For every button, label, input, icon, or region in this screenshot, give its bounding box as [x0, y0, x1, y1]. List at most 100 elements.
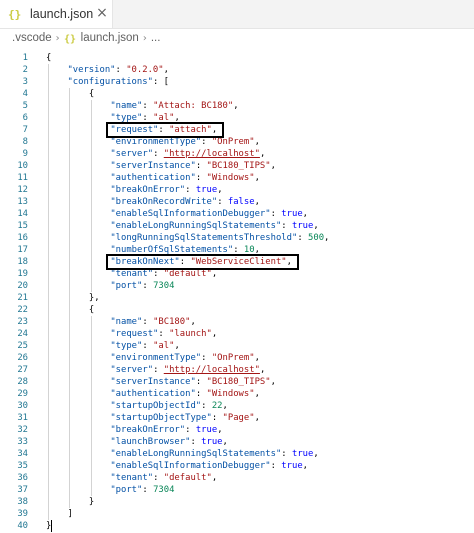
indent-guide: [69, 376, 71, 388]
indent-guide: [48, 400, 49, 412]
indent-guide: [69, 136, 71, 148]
code-token: :: [195, 389, 207, 399]
indent-guide: [48, 496, 49, 508]
breadcrumb-more[interactable]: ...: [151, 32, 161, 44]
code-token: "tenant": [110, 473, 154, 483]
code-token: "authentication": [110, 389, 196, 399]
code-token: ,: [217, 425, 223, 435]
indent-guide: [69, 448, 71, 460]
indent-guide: [90, 340, 92, 352]
indent-guide: [48, 184, 49, 196]
indent-guide: [69, 304, 71, 316]
code-token: :: [201, 137, 212, 147]
code-token: "breakOnError": [110, 425, 186, 435]
code-token: "Attach: BC180": [153, 101, 234, 111]
json-braces-icon: {}: [6, 5, 24, 23]
indent-guide: [90, 124, 92, 136]
line-number: 40: [17, 521, 28, 531]
code-token: "environmentType": [110, 353, 202, 363]
indent-guide: [69, 148, 71, 160]
code-token: ]: [67, 509, 73, 519]
indent-guide: [48, 124, 49, 136]
code-token: ,: [254, 137, 260, 147]
code-token: "enableLongRunningSqlStatements": [110, 449, 282, 459]
code-token: "configurations": [67, 77, 153, 87]
code-token: ,: [211, 473, 218, 483]
code-token: "enableSqlInformationDebugger": [110, 209, 271, 219]
indent-guide: [48, 148, 49, 160]
indent-guide: [48, 208, 49, 220]
breadcrumb-file[interactable]: launch.json: [81, 32, 139, 44]
code-token: true: [195, 425, 218, 435]
code-token: ,: [324, 233, 330, 243]
indent-guide: [48, 412, 49, 424]
indent-guide: [48, 100, 49, 112]
indent-guide: [90, 148, 92, 160]
indent-guide: [90, 208, 92, 220]
indent-guide: [69, 256, 71, 268]
indent-guide: [90, 484, 92, 496]
indent-guide: [69, 436, 71, 448]
code-token: 7304: [153, 281, 175, 291]
indent-guide: [69, 328, 71, 340]
indent-guide: [69, 232, 71, 244]
code-token: "OnPrem": [211, 353, 255, 363]
indent-guide: [69, 196, 71, 208]
indent-guide: [48, 280, 49, 292]
tab-launch-json[interactable]: {} launch.json ×: [0, 0, 113, 28]
indent-guide: [48, 160, 49, 172]
indent-guide: [69, 100, 71, 112]
indent-guide: [69, 400, 71, 412]
indent-guide: [90, 256, 92, 268]
indent-guide: [90, 184, 92, 196]
indent-guide: [90, 412, 92, 424]
code-token: ,: [211, 269, 218, 279]
indent-guide: [69, 496, 71, 508]
breadcrumb-folder[interactable]: .vscode: [12, 32, 52, 44]
indent-guide: [90, 376, 92, 388]
highlight-box: [106, 254, 299, 270]
indent-guide: [48, 352, 49, 364]
code-token: "server": [110, 365, 154, 375]
code-token: "default": [163, 269, 212, 279]
code-token: :: [195, 161, 207, 171]
code-token: },: [88, 293, 100, 303]
code-token: "0.2.0": [126, 65, 164, 75]
indent-guide: [90, 268, 92, 280]
code-token: ,: [217, 185, 223, 195]
code-token: :: [201, 353, 212, 363]
indent-guide: [90, 244, 92, 256]
indent-guide: [90, 424, 92, 436]
code-token: "launchBrowser": [110, 437, 191, 447]
code-editor[interactable]: 1{2 "version": "0.2.0", 3 "configurations":…: [0, 52, 474, 533]
indent-guide: [48, 172, 49, 184]
code-token: ,: [254, 353, 260, 363]
code-token: "OnPrem": [211, 137, 255, 147]
code-token: "breakOnRecordWrite": [110, 197, 218, 207]
code-token: {: [88, 89, 95, 99]
indent-guide: [90, 388, 92, 400]
indent-guide: [48, 328, 49, 340]
indent-guide: [69, 112, 71, 124]
code-token: ,: [222, 401, 228, 411]
code-token: "startupObjectType": [110, 413, 212, 423]
code-token: ,: [254, 389, 260, 399]
indent-guide: [69, 124, 71, 136]
code-token: :: [142, 317, 154, 327]
code-token: true: [281, 209, 303, 219]
indent-guide: [48, 64, 49, 76]
code-token: :: [217, 197, 228, 207]
indent-guide: [48, 220, 49, 232]
indent-guide: [90, 112, 92, 124]
code-line: 40}: [0, 520, 474, 533]
indent-guide: [69, 412, 71, 424]
code-token: :: [153, 269, 164, 279]
indent-guide: [48, 244, 49, 256]
code-token: ,: [254, 173, 260, 183]
code-token: ,: [259, 365, 266, 375]
code-token: {: [88, 305, 95, 315]
indent-guide: [90, 316, 92, 328]
close-icon[interactable]: ×: [95, 6, 109, 20]
indent-guide: [48, 340, 49, 352]
code-token: }: [88, 497, 95, 507]
